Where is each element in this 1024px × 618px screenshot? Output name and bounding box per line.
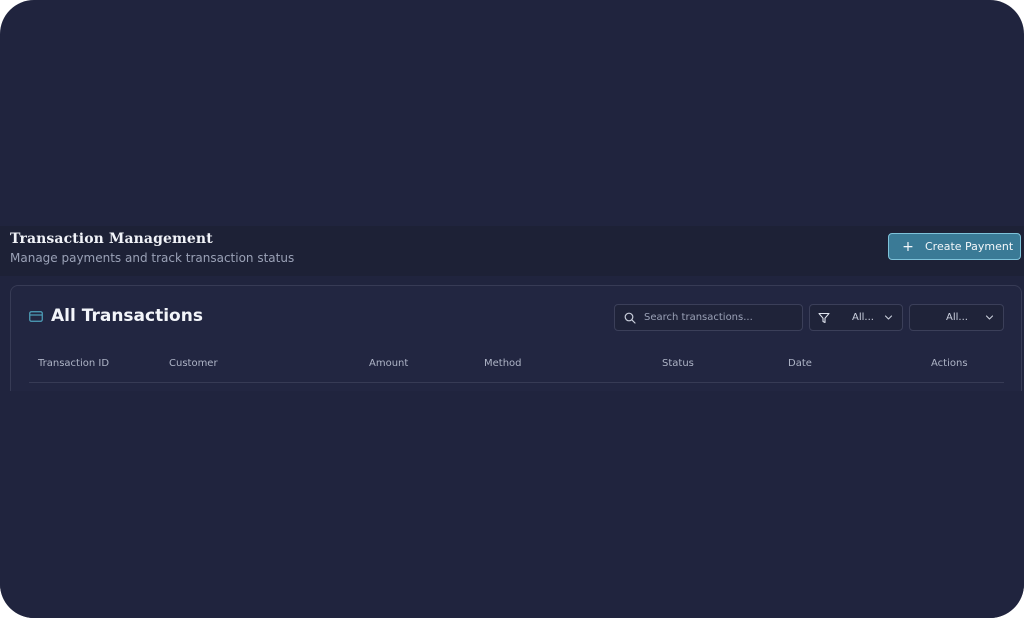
- credit-card-icon: [29, 310, 43, 322]
- column-customer[interactable]: Customer: [169, 358, 218, 369]
- filter-select-2[interactable]: All...: [909, 304, 1004, 331]
- search-icon: [624, 312, 636, 324]
- search-box[interactable]: [614, 304, 803, 331]
- card-header: All Transactions: [29, 306, 203, 326]
- filter-select-1-value: All...: [852, 312, 874, 323]
- plus-icon: +: [902, 238, 914, 255]
- column-status[interactable]: Status: [662, 358, 694, 369]
- column-date[interactable]: Date: [788, 358, 812, 369]
- table-header: Transaction ID Customer Amount Method St…: [29, 348, 1004, 383]
- filter-select-2-value: All...: [946, 312, 968, 323]
- column-transaction-id[interactable]: Transaction ID: [38, 358, 109, 369]
- chevron-down-icon: [985, 315, 994, 320]
- filter-icon: [818, 312, 830, 323]
- chevron-down-icon: [884, 315, 893, 320]
- filter-select-1[interactable]: All...: [809, 304, 903, 331]
- column-actions: Actions: [931, 358, 968, 369]
- app-frame: Transaction Management Manage payments a…: [0, 0, 1024, 618]
- create-payment-button[interactable]: + Create Payment: [888, 233, 1021, 260]
- column-amount[interactable]: Amount: [369, 358, 408, 369]
- search-input[interactable]: [642, 311, 796, 324]
- page-subtitle: Manage payments and track transaction st…: [10, 251, 295, 265]
- create-payment-label: Create Payment: [925, 240, 1014, 253]
- page-title: Transaction Management: [10, 231, 213, 247]
- empty-area: [0, 391, 1024, 618]
- column-method[interactable]: Method: [484, 358, 522, 369]
- card-title: All Transactions: [51, 306, 203, 326]
